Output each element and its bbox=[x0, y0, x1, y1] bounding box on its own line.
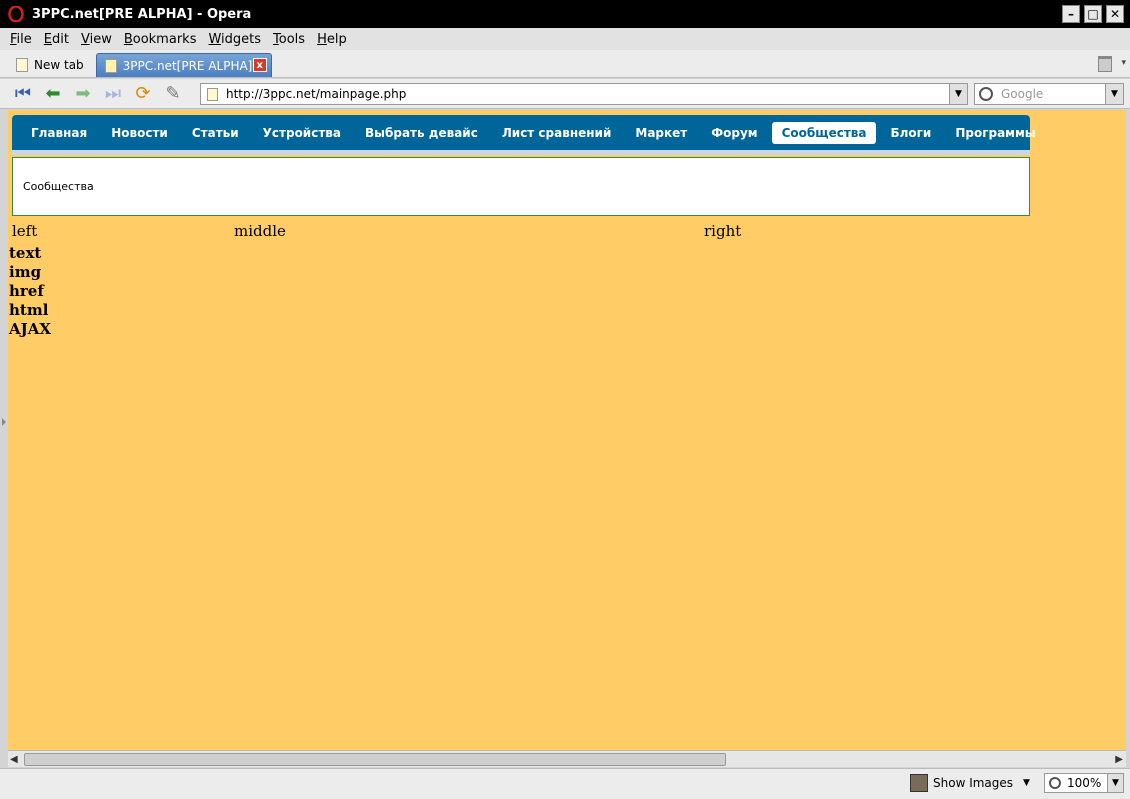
title-bar: 3PPC.net[PRE ALPHA] - Opera – □ ✕ bbox=[0, 0, 1130, 28]
nav-link-communities[interactable]: Сообщества bbox=[771, 121, 877, 154]
chevron-down-icon[interactable]: ▼ bbox=[1107, 774, 1123, 792]
scroll-left-icon[interactable]: ◀ bbox=[10, 754, 18, 765]
trash-icon[interactable] bbox=[1098, 56, 1112, 72]
navigation-toolbar: ⏮ ⬅ ➡ ⏭ ⟳ ✎ http://3ppc.net/mainpage.php… bbox=[0, 79, 1130, 109]
new-tab-button[interactable]: New tab bbox=[8, 53, 92, 77]
reload-button[interactable]: ⟳ bbox=[130, 82, 156, 106]
status-bar: Show Images ▼ 100% ▼ bbox=[0, 768, 1130, 799]
address-text: http://3ppc.net/mainpage.php bbox=[226, 87, 407, 101]
nav-link-articles[interactable]: Статьи bbox=[182, 122, 249, 144]
chevron-down-icon[interactable]: ▼ bbox=[949, 84, 967, 104]
menu-bar: File Edit View Bookmarks Widgets Tools H… bbox=[0, 28, 1130, 50]
menu-view[interactable]: View bbox=[75, 32, 118, 47]
nav-link-market[interactable]: Маркет bbox=[625, 122, 697, 144]
close-tab-icon[interactable]: x bbox=[252, 58, 267, 72]
list-item: href bbox=[9, 282, 44, 300]
fast-forward-button[interactable]: ⏭ bbox=[100, 82, 126, 106]
tab-3ppc[interactable]: 3PPC.net[PRE ALPHA] x bbox=[95, 53, 272, 77]
page-icon bbox=[104, 58, 117, 73]
menu-tools[interactable]: Tools bbox=[267, 32, 311, 47]
scroll-right-icon[interactable]: ▶ bbox=[1115, 754, 1123, 765]
nav-link-choose-device[interactable]: Выбрать девайс bbox=[355, 122, 488, 144]
chevron-down-icon: ▼ bbox=[1023, 778, 1030, 788]
list-item: img bbox=[9, 263, 42, 281]
page-viewport: Главная Новости Статьи Устройства Выбрат… bbox=[8, 110, 1126, 750]
back-button[interactable]: ⬅ bbox=[40, 82, 66, 106]
panel-toggle-icon[interactable] bbox=[2, 418, 6, 426]
tab-bar: New tab 3PPC.net[PRE ALPHA] x ▾ bbox=[0, 50, 1130, 78]
section-header: Сообщества bbox=[12, 157, 1030, 216]
nav-link-forum[interactable]: Форум bbox=[701, 122, 767, 144]
chevron-down-icon[interactable]: ▾ bbox=[1121, 58, 1126, 68]
close-button[interactable]: ✕ bbox=[1106, 5, 1124, 23]
scrollbar-thumb[interactable] bbox=[24, 753, 726, 766]
menu-file[interactable]: File bbox=[4, 32, 38, 47]
zoom-value: 100% bbox=[1067, 776, 1102, 790]
show-images-label: Show Images bbox=[933, 776, 1014, 790]
edit-pen-icon[interactable]: ✎ bbox=[160, 82, 186, 106]
search-field[interactable]: Google ▼ bbox=[974, 83, 1124, 105]
site-nav-bar: Главная Новости Статьи Устройства Выбрат… bbox=[12, 115, 1036, 154]
column-middle-label: middle bbox=[234, 222, 286, 240]
column-labels: left middle right bbox=[12, 222, 1112, 242]
minimize-button[interactable]: – bbox=[1062, 5, 1080, 23]
opera-logo-icon bbox=[8, 6, 24, 22]
nav-link-comparison[interactable]: Лист сравнений bbox=[492, 122, 622, 144]
window-title: 3PPC.net[PRE ALPHA] - Opera bbox=[32, 6, 252, 22]
forward-button[interactable]: ➡ bbox=[70, 82, 96, 106]
zoom-icon bbox=[1049, 777, 1061, 789]
list-item: html bbox=[9, 301, 49, 319]
maximize-button[interactable]: □ bbox=[1084, 5, 1102, 23]
list-item: text bbox=[9, 244, 42, 262]
address-bar[interactable]: http://3ppc.net/mainpage.php ▼ bbox=[200, 83, 968, 105]
window-controls: – □ ✕ bbox=[1062, 5, 1124, 23]
menu-edit[interactable]: Edit bbox=[38, 32, 75, 47]
tab-label: 3PPC.net[PRE ALPHA] bbox=[122, 58, 253, 73]
zoom-control[interactable]: 100% ▼ bbox=[1044, 773, 1124, 793]
nav-link-home[interactable]: Главная bbox=[21, 122, 97, 144]
section-title: Сообщества bbox=[23, 180, 94, 193]
column-right-label: right bbox=[704, 222, 742, 240]
nav-link-devices[interactable]: Устройства bbox=[253, 122, 351, 144]
content-type-list: text img href html AJAX bbox=[9, 244, 51, 339]
column-left-label: left bbox=[12, 222, 38, 240]
image-icon bbox=[910, 774, 928, 792]
show-images-button[interactable]: Show Images ▼ bbox=[910, 773, 1030, 793]
rewind-button[interactable]: ⏮ bbox=[10, 82, 36, 106]
nav-underline bbox=[12, 150, 1030, 155]
nav-link-blogs[interactable]: Блоги bbox=[880, 122, 941, 144]
horizontal-scrollbar[interactable]: ◀ ▶ bbox=[8, 750, 1126, 767]
new-tab-label: New tab bbox=[34, 58, 84, 72]
nav-link-news[interactable]: Новости bbox=[101, 122, 178, 144]
menu-widgets[interactable]: Widgets bbox=[202, 32, 267, 47]
search-icon bbox=[979, 87, 993, 101]
list-item: AJAX bbox=[9, 320, 52, 338]
nav-link-programs[interactable]: Программы bbox=[945, 122, 1045, 144]
menu-help[interactable]: Help bbox=[311, 32, 353, 47]
menu-bookmarks[interactable]: Bookmarks bbox=[118, 32, 203, 47]
chevron-down-icon[interactable]: ▼ bbox=[1105, 84, 1123, 104]
page-icon bbox=[207, 87, 218, 101]
new-page-icon bbox=[16, 58, 28, 72]
search-placeholder: Google bbox=[1001, 87, 1044, 101]
